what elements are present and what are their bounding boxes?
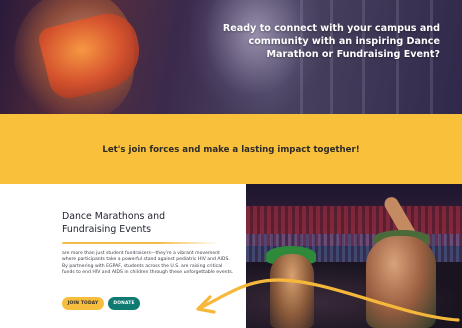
hero-heading: Ready to connect with your campus and co…: [222, 22, 440, 61]
join-today-button[interactable]: JOIN TODAY: [62, 297, 104, 310]
event-photo: [246, 184, 462, 328]
donate-button[interactable]: DONATE: [108, 297, 140, 310]
hero-heading-line: Marathon or Fundraising Event?: [266, 49, 441, 60]
events-section: Dance Marathons and Fundraising Events a…: [0, 184, 462, 328]
title-underline: [62, 242, 220, 244]
hero-banner: Ready to connect with your campus and co…: [0, 0, 462, 114]
tagline-text: Let's join forces and make a lasting imp…: [102, 145, 360, 155]
hero-heading-line: Ready to connect with your campus and: [222, 23, 440, 34]
photo-light-beam: [348, 184, 462, 187]
tagline-band: Let's join forces and make a lasting imp…: [0, 114, 462, 184]
events-title-line: Fundraising Events: [62, 224, 152, 235]
photo-person: [366, 236, 436, 328]
events-title: Dance Marathons and Fundraising Events: [62, 210, 232, 236]
events-title-line: Dance Marathons and: [62, 211, 166, 222]
hero-heading-line: community with an inspiring Dance: [248, 36, 440, 47]
events-card: Dance Marathons and Fundraising Events a…: [0, 184, 246, 328]
events-description: are more than just student fundraisers—t…: [62, 251, 234, 275]
photo-person: [270, 254, 314, 328]
